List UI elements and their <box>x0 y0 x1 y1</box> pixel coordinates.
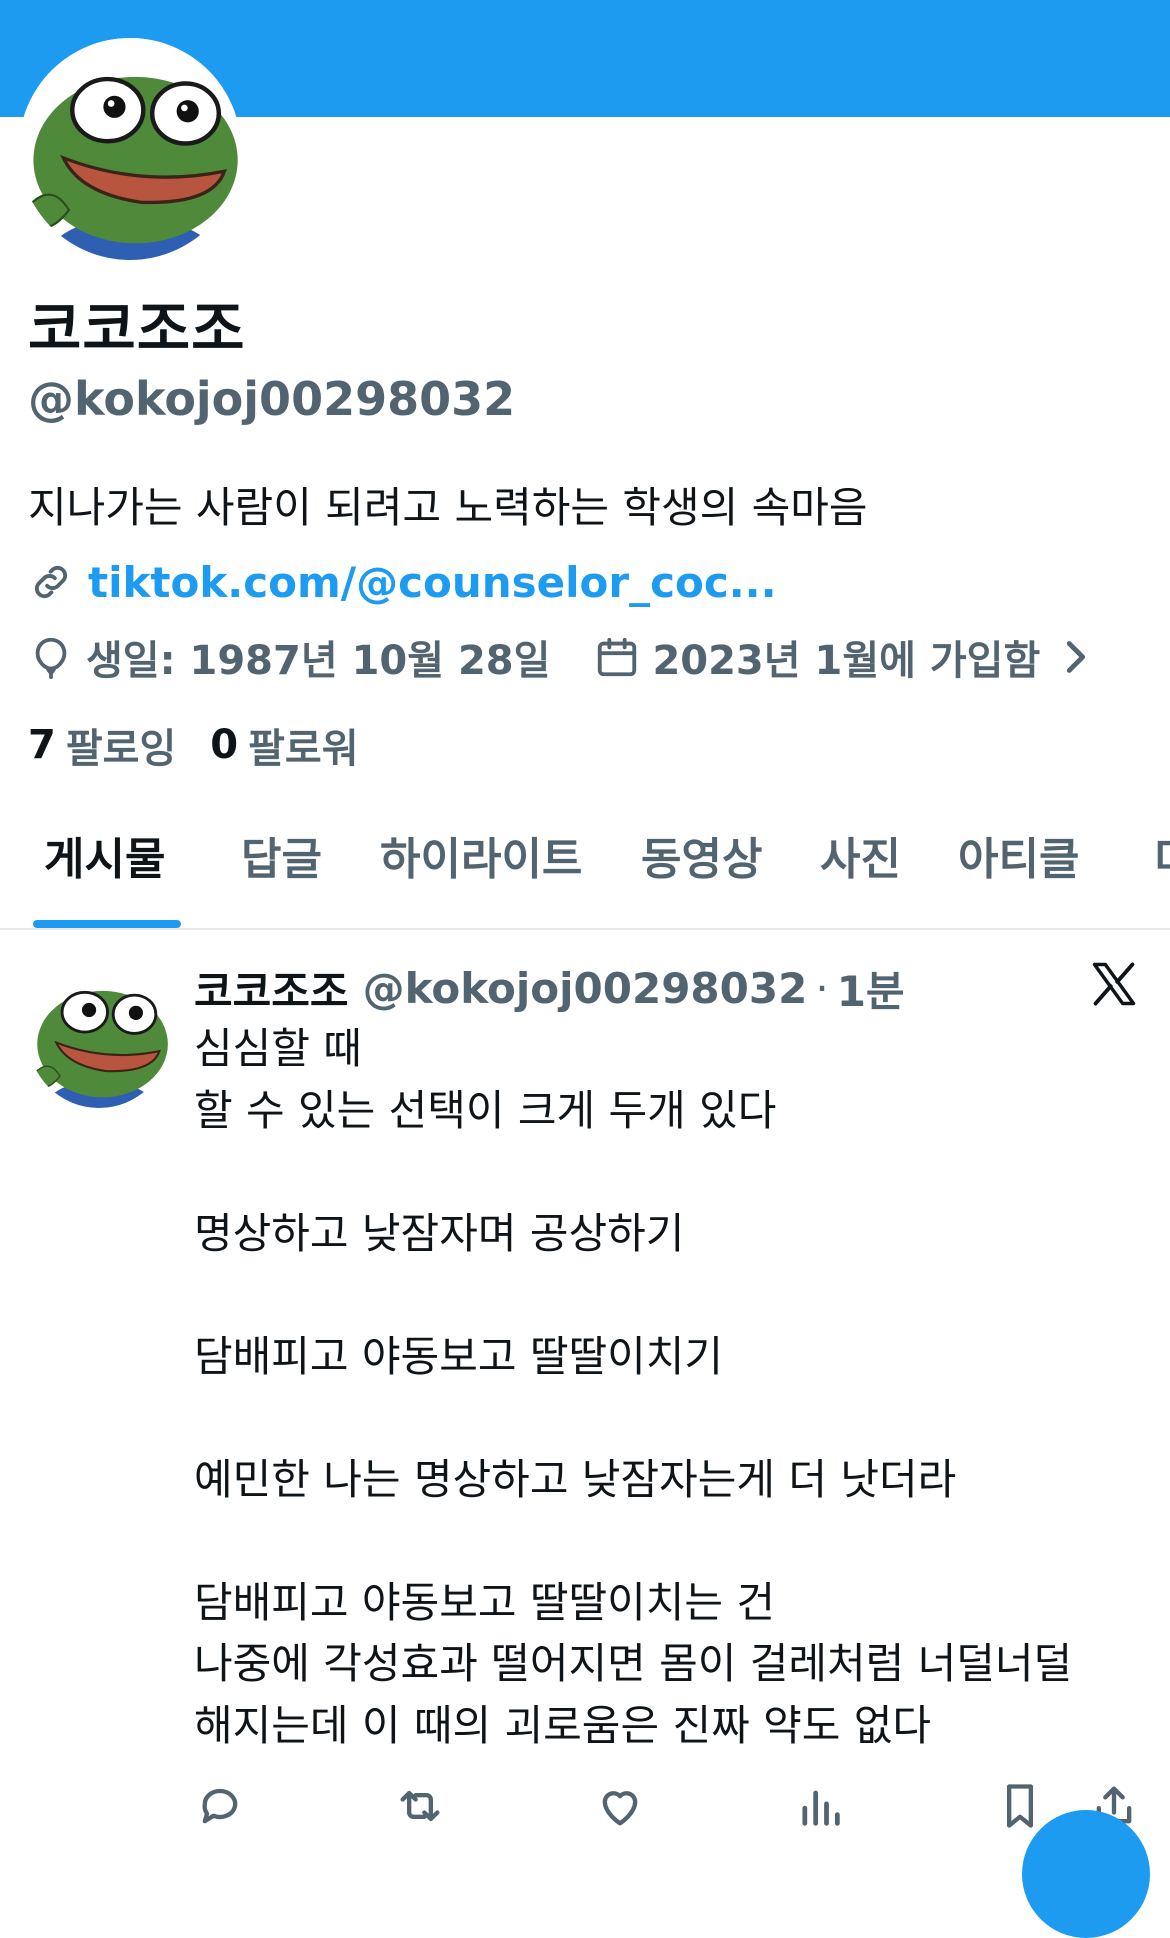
tab-highlights[interactable]: 하이라이트 <box>380 820 582 928</box>
post-header: 코코조조 @kokojoj00298032 · 1분 <box>194 958 905 1018</box>
birthday-text: 생일: 1987년 10월 28일 <box>86 638 551 684</box>
follow-stats: 7 팔로잉 0 팔로워 <box>28 718 393 772</box>
profile-tabs: 게시물 답글 하이라이트 동영상 사진 아티클 미 <box>0 820 1170 928</box>
tab-photos[interactable]: 사진 <box>820 820 901 928</box>
reply-icon <box>202 1788 238 1824</box>
post-text: 심심할 때 할 수 있는 선택이 크게 두개 있다 명상하고 낮잠자며 공상하기… <box>194 1018 1134 1756</box>
post-actions <box>0 1780 1170 1840</box>
tab-articles[interactable]: 아티클 <box>958 820 1079 928</box>
like-icon <box>602 1791 638 1826</box>
balloon-icon <box>35 637 67 680</box>
post-line: 나중에 각성효과 떨어지면 몸이 걸레처럼 너덜너덜 <box>194 1639 1073 1688</box>
tab-replies[interactable]: 답글 <box>241 820 322 928</box>
post-line: 명상하고 낮잠자며 공상하기 <box>194 1208 685 1258</box>
profile-avatar[interactable] <box>19 38 241 260</box>
link-icon <box>34 565 68 599</box>
post-line: 예민한 나는 명상하고 낮잠자는게 더 낫더라 <box>194 1454 957 1504</box>
tab-videos[interactable]: 동영상 <box>641 820 762 928</box>
post-separator: · <box>815 963 829 1013</box>
following-count[interactable]: 7 <box>28 722 56 768</box>
post-author-avatar[interactable] <box>28 966 170 1108</box>
pepe-avatar-image <box>28 966 170 1108</box>
views-icon <box>802 1790 840 1826</box>
profile-handle: @kokojoj00298032 <box>28 372 516 426</box>
compose-fab-button[interactable] <box>1022 1810 1150 1938</box>
joined-text[interactable]: 2023년 1월에 가입함 <box>652 628 1040 686</box>
post-line: 할 수 있는 선택이 크게 두개 있다 <box>194 1085 777 1135</box>
retweet-button[interactable] <box>394 1780 446 1832</box>
retweet-icon <box>400 1790 440 1822</box>
followers-label[interactable]: 팔로워 <box>248 716 358 774</box>
like-button[interactable] <box>594 1780 646 1832</box>
profile-link-row[interactable]: tiktok.com/@counselor_coc... <box>28 556 777 608</box>
views-button[interactable] <box>794 1780 846 1832</box>
post-line: 심심할 때 <box>194 1024 362 1073</box>
post-author-name[interactable]: 코코조조 <box>194 958 349 1019</box>
post-time[interactable]: 1분 <box>837 958 905 1019</box>
post-line: 담배피고 야동보고 딸딸이치는 건 <box>194 1577 776 1627</box>
bookmark-button[interactable] <box>994 1780 1046 1832</box>
pepe-avatar-image <box>19 38 241 260</box>
bookmark-icon <box>1007 1784 1033 1828</box>
followers-count[interactable]: 0 <box>210 722 238 768</box>
post-line <box>194 1387 1134 1449</box>
post-line: 담배피고 야동보고 딸딸이치기 <box>194 1331 724 1381</box>
calendar-icon <box>598 637 637 677</box>
x-logo-icon <box>1092 962 1136 1006</box>
chevron-right-icon[interactable] <box>1052 634 1098 680</box>
reply-button[interactable] <box>194 1780 246 1832</box>
profile-name: 코코조조 <box>28 295 246 363</box>
tabs-divider <box>0 928 1170 930</box>
profile-meta-row: 생일: 1987년 10월 28일 2023년 1월에 가입함 <box>28 628 1098 686</box>
post-line <box>194 1141 1134 1203</box>
post-line <box>194 1264 1134 1326</box>
post-line <box>194 1510 1134 1572</box>
profile-bio: 지나가는 사람이 되려고 노력하는 학생의 속마음 <box>28 483 868 532</box>
post-author-handle[interactable]: @kokojoj00298032 <box>363 964 808 1013</box>
active-tab-indicator <box>33 920 181 928</box>
tab-posts[interactable]: 게시물 <box>44 820 165 928</box>
following-label[interactable]: 팔로잉 <box>66 716 176 774</box>
tab-media[interactable]: 미 <box>1154 820 1170 928</box>
profile-link[interactable]: tiktok.com/@counselor_coc... <box>88 558 777 607</box>
post-line: 해지는데 이 때의 괴로움은 진짜 약도 없다 <box>194 1700 931 1750</box>
